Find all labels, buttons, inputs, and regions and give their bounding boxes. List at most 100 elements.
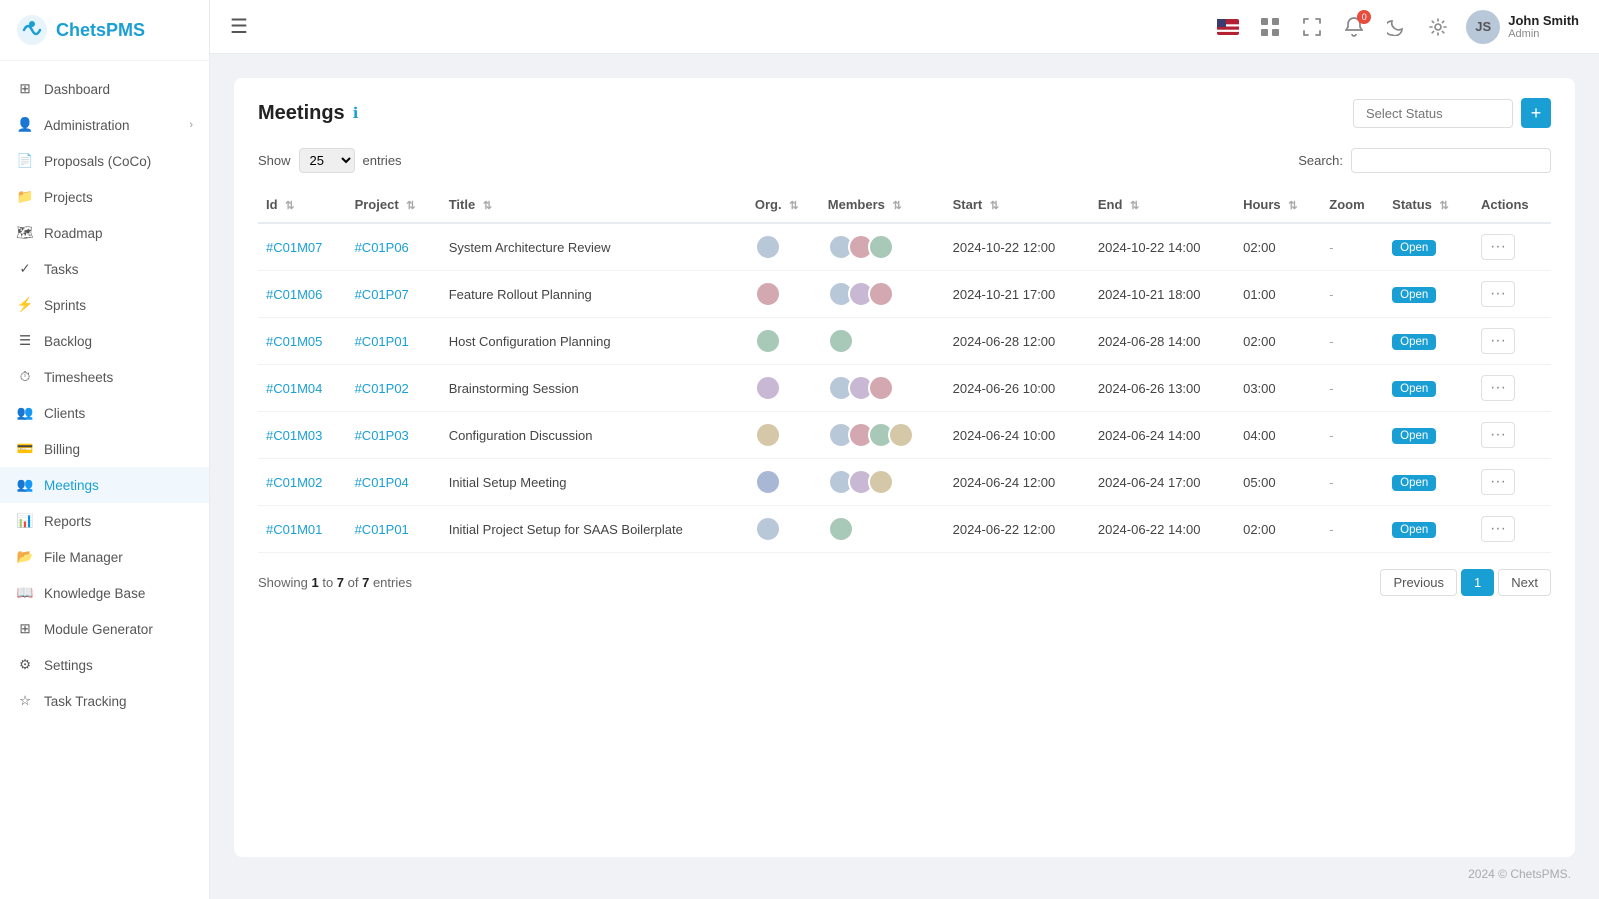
col-end[interactable]: End ⇅ — [1090, 187, 1235, 223]
actions-menu-button[interactable]: ··· — [1481, 328, 1515, 354]
members-avatars — [820, 412, 945, 459]
col-id[interactable]: Id ⇅ — [258, 187, 347, 223]
gear-icon[interactable] — [1424, 13, 1452, 41]
sidebar-item-label: Backlog — [44, 334, 92, 349]
meeting-end: 2024-06-24 14:00 — [1090, 412, 1235, 459]
sidebar-item-label: Billing — [44, 442, 80, 457]
topbar: ☰ 0 JS Joh — [210, 0, 1599, 54]
sidebar-item-administration[interactable]: 👤 Administration › — [0, 107, 209, 143]
user-name: John Smith — [1508, 13, 1579, 28]
project-id-link[interactable]: #C01P04 — [355, 475, 409, 490]
page-1-button[interactable]: 1 — [1461, 569, 1494, 596]
sidebar-item-projects[interactable]: 📁 Projects — [0, 179, 209, 215]
project-id-link[interactable]: #C01P01 — [355, 522, 409, 537]
search-row: Search: — [1298, 148, 1551, 173]
actions-menu-button[interactable]: ··· — [1481, 281, 1515, 307]
meeting-title: Host Configuration Planning — [441, 318, 747, 365]
actions-menu-button[interactable]: ··· — [1481, 422, 1515, 448]
meeting-id-link[interactable]: #C01M02 — [266, 475, 322, 490]
meeting-hours: 02:00 — [1235, 506, 1321, 553]
sort-icon-org: ⇅ — [789, 200, 798, 212]
project-id-link[interactable]: #C01P02 — [355, 381, 409, 396]
meetings-icon: 👥 — [16, 476, 34, 494]
info-icon[interactable]: ℹ — [353, 104, 359, 122]
sidebar-item-task-tracking[interactable]: ☆ Task Tracking — [0, 683, 209, 719]
col-title[interactable]: Title ⇅ — [441, 187, 747, 223]
meeting-id-link[interactable]: #C01M03 — [266, 428, 322, 443]
sidebar-item-proposals[interactable]: 📄 Proposals (CoCo) — [0, 143, 209, 179]
chevron-right-icon: › — [189, 119, 193, 131]
status-select-input[interactable] — [1353, 99, 1513, 128]
sidebar-item-clients[interactable]: 👥 Clients — [0, 395, 209, 431]
next-button[interactable]: Next — [1498, 569, 1551, 596]
meeting-id-link[interactable]: #C01M04 — [266, 381, 322, 396]
sidebar-item-knowledge-base[interactable]: 📖 Knowledge Base — [0, 575, 209, 611]
sidebar-item-reports[interactable]: 📊 Reports — [0, 503, 209, 539]
col-org[interactable]: Org. ⇅ — [747, 187, 820, 223]
actions-menu-button[interactable]: ··· — [1481, 375, 1515, 401]
sidebar-item-billing[interactable]: 💳 Billing — [0, 431, 209, 467]
meeting-status: Open — [1384, 365, 1473, 412]
actions-menu-button[interactable]: ··· — [1481, 516, 1515, 542]
members-avatars — [820, 365, 945, 412]
meeting-id-link[interactable]: #C01M06 — [266, 287, 322, 302]
sidebar-item-meetings[interactable]: 👥 Meetings — [0, 467, 209, 503]
col-project[interactable]: Project ⇅ — [347, 187, 441, 223]
sidebar-item-label: Timesheets — [44, 370, 113, 385]
project-id-link[interactable]: #C01P07 — [355, 287, 409, 302]
meeting-id-link[interactable]: #C01M07 — [266, 240, 322, 255]
knowledge-base-icon: 📖 — [16, 584, 34, 602]
meeting-start: 2024-06-26 10:00 — [945, 365, 1090, 412]
col-hours[interactable]: Hours ⇅ — [1235, 187, 1321, 223]
sidebar-item-sprints[interactable]: ⚡ Sprints — [0, 287, 209, 323]
sidebar-item-label: Dashboard — [44, 82, 110, 97]
meeting-end: 2024-06-28 14:00 — [1090, 318, 1235, 365]
meeting-id-link[interactable]: #C01M05 — [266, 334, 322, 349]
search-input[interactable] — [1351, 148, 1551, 173]
user-profile[interactable]: JS John Smith Admin — [1466, 10, 1579, 44]
entries-per-page-select[interactable]: 25 10 50 100 — [299, 148, 355, 173]
status-badge: Open — [1392, 240, 1436, 256]
sidebar-item-dashboard[interactable]: ⊞ Dashboard — [0, 71, 209, 107]
sidebar-logo[interactable]: ChetsPMS — [0, 0, 209, 61]
flag-icon[interactable] — [1214, 13, 1242, 41]
footer-text: 2024 © ChetsPMS. — [234, 867, 1575, 881]
sidebar-item-settings[interactable]: ⚙ Settings — [0, 647, 209, 683]
add-meeting-button[interactable]: + — [1521, 98, 1551, 128]
sidebar-item-file-manager[interactable]: 📂 File Manager — [0, 539, 209, 575]
col-status[interactable]: Status ⇅ — [1384, 187, 1473, 223]
meeting-zoom: - — [1321, 365, 1384, 412]
meeting-start: 2024-06-22 12:00 — [945, 506, 1090, 553]
apps-icon[interactable] — [1256, 13, 1284, 41]
sidebar-item-roadmap[interactable]: 🗺 Roadmap — [0, 215, 209, 251]
meeting-end: 2024-06-24 17:00 — [1090, 459, 1235, 506]
tasks-icon: ✓ — [16, 260, 34, 278]
actions-menu-button[interactable]: ··· — [1481, 469, 1515, 495]
members-avatars — [820, 459, 945, 506]
sidebar-item-tasks[interactable]: ✓ Tasks — [0, 251, 209, 287]
table-body: #C01M07#C01P06System Architecture Review… — [258, 223, 1551, 553]
menu-toggle-button[interactable]: ☰ — [230, 14, 248, 39]
actions-menu-button[interactable]: ··· — [1481, 234, 1515, 260]
meeting-id-link[interactable]: #C01M01 — [266, 522, 322, 537]
meeting-zoom: - — [1321, 459, 1384, 506]
meeting-title: Initial Project Setup for SAAS Boilerpla… — [441, 506, 747, 553]
sidebar-item-backlog[interactable]: ☰ Backlog — [0, 323, 209, 359]
theme-toggle-icon[interactable] — [1382, 13, 1410, 41]
meeting-zoom: - — [1321, 271, 1384, 318]
table-row: #C01M04#C01P02Brainstorming Session2024-… — [258, 365, 1551, 412]
sidebar-item-module-generator[interactable]: ⊞ Module Generator — [0, 611, 209, 647]
org-avatar — [747, 365, 820, 412]
notifications-icon[interactable]: 0 — [1340, 13, 1368, 41]
col-zoom: Zoom — [1321, 187, 1384, 223]
project-id-link[interactable]: #C01P06 — [355, 240, 409, 255]
meeting-actions: ··· — [1473, 412, 1551, 459]
fullscreen-icon[interactable] — [1298, 13, 1326, 41]
previous-button[interactable]: Previous — [1380, 569, 1457, 596]
col-start[interactable]: Start ⇅ — [945, 187, 1090, 223]
meetings-table-wrapper: Id ⇅ Project ⇅ Title ⇅ Org. ⇅ Members ⇅ … — [258, 187, 1551, 553]
sidebar-item-timesheets[interactable]: ⏱ Timesheets — [0, 359, 209, 395]
col-members[interactable]: Members ⇅ — [820, 187, 945, 223]
project-id-link[interactable]: #C01P03 — [355, 428, 409, 443]
project-id-link[interactable]: #C01P01 — [355, 334, 409, 349]
